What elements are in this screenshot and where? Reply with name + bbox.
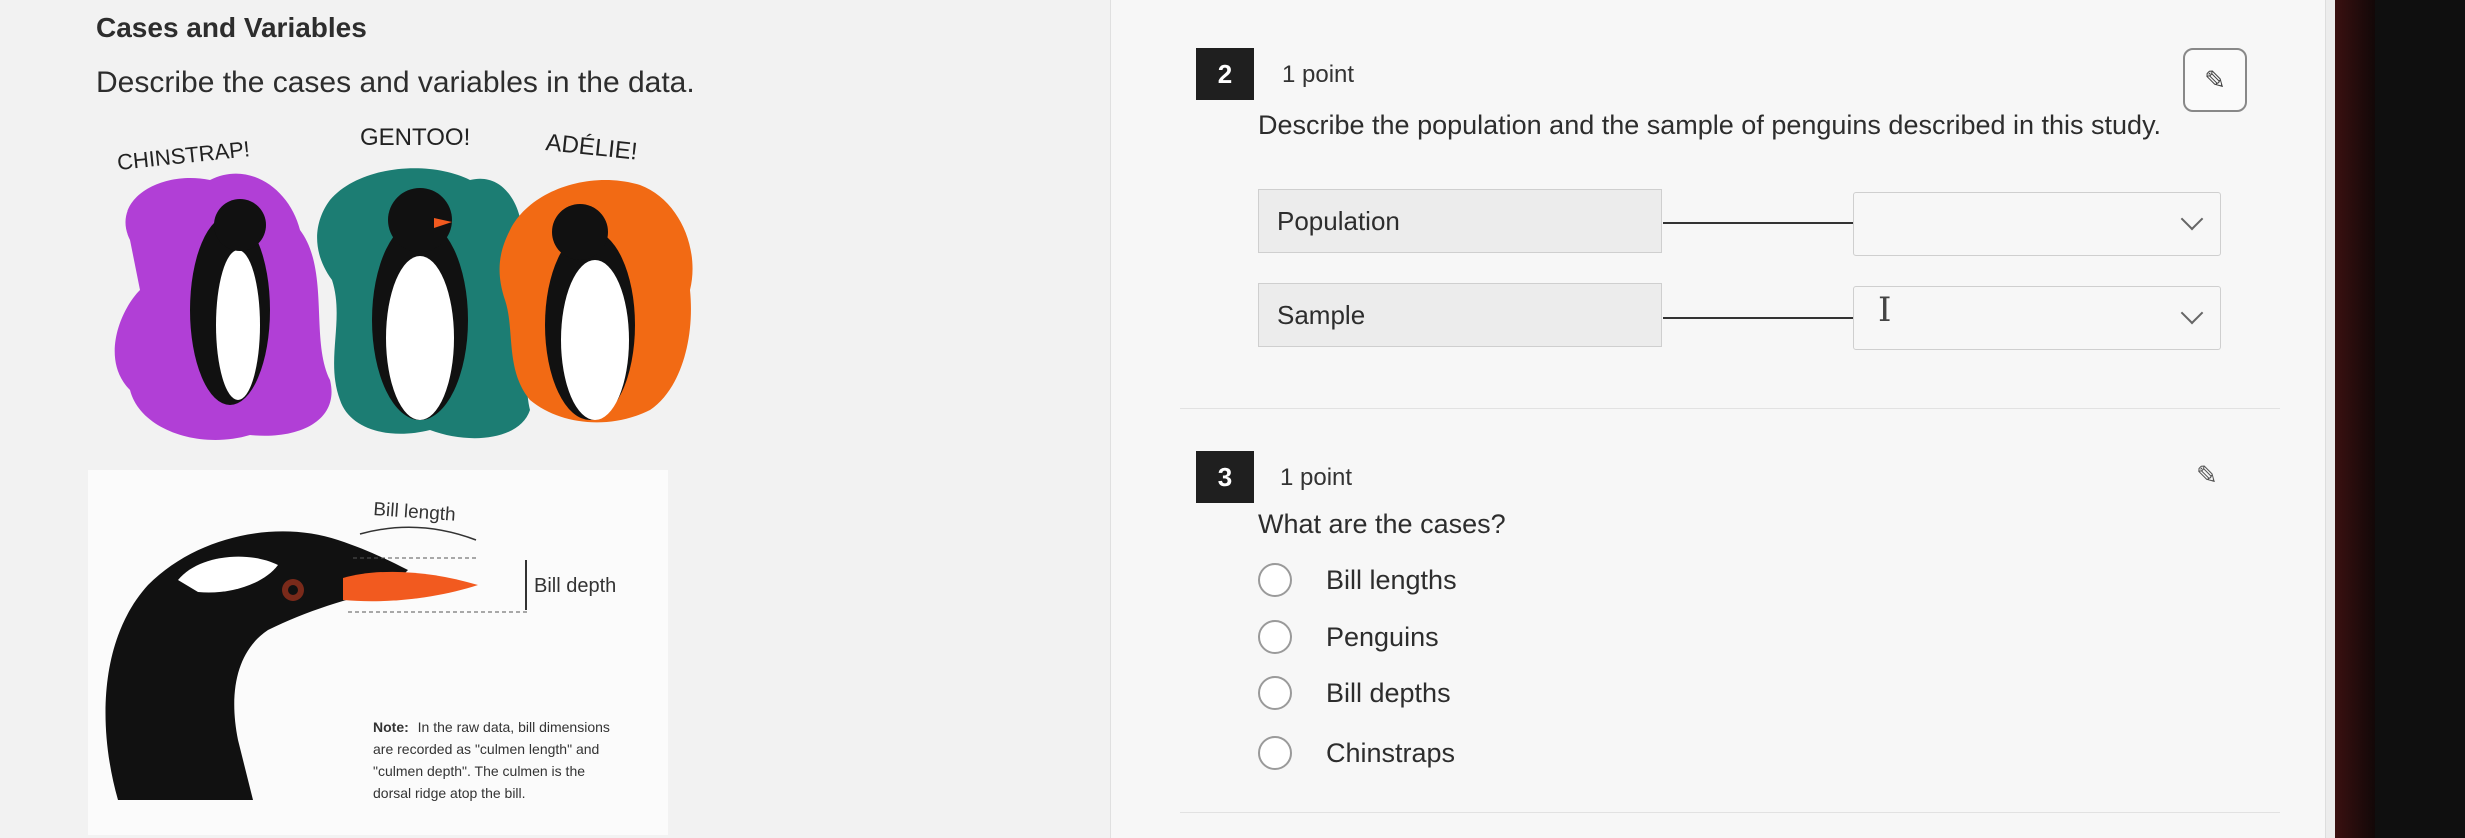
question-3-pin-button[interactable]: ✎ [2196,460,2218,491]
chinstrap-label: CHINSTRAP! [116,136,251,175]
question-divider [1180,408,2280,409]
penguin-species-illustration: CHINSTRAP! GENTOO! ADÉLIE! [114,124,693,440]
svg-text:Note: In the raw data, b: Note: In the raw data, bill dimensions [373,719,610,735]
sample-dropdown[interactable] [1853,286,2221,350]
question-3-points: 1 point [1280,464,1353,491]
radio-button[interactable] [1258,676,1292,710]
chevron-down-icon [2180,301,2204,325]
option-bill-lengths[interactable]: Bill lengths [1258,560,1457,600]
gentoo-label: GENTOO! [360,124,470,151]
bezel-edge [2335,0,2375,838]
option-label: Penguins [1326,621,1439,652]
text-cursor-icon: I [1878,290,1892,330]
section-title: Cases and Variables [96,12,367,43]
question-divider [1180,812,2280,813]
option-chinstraps[interactable]: Chinstraps [1258,733,1455,773]
pin-icon: ✎ [2204,64,2226,95]
population-dropdown[interactable] [1853,192,2221,256]
bill-depth-label: Bill depth [534,575,616,597]
chevron-down-icon [2180,207,2204,231]
left-content-pane: Cases and Variables Describe the cases a… [0,0,1110,838]
question-3-number: 3 [1196,451,1254,503]
match-label-sample: Sample [1258,283,1662,347]
question-2-points: 1 point [1282,61,1355,88]
bill-measurement-figure: Bill length Bill depth Note: In the raw … [88,470,668,835]
radio-button[interactable] [1258,736,1292,770]
beak [343,571,478,602]
question-2-prompt: Describe the population and the sample o… [1258,110,2162,140]
question-3-prompt: What are the cases? [1258,509,1506,539]
note-heading: Note: [373,719,409,735]
match-label-population: Population [1258,189,1662,253]
match-connector-line [1663,222,1853,224]
note-line-3: "culmen depth". The culmen is the [373,763,585,779]
pin-icon: ✎ [2196,460,2218,490]
match-connector-line [1663,317,1853,319]
adelie-label: ADÉLIE! [544,129,638,165]
question-2-pin-button[interactable]: ✎ [2183,48,2247,112]
section-description: Describe the cases and variables in the … [96,66,695,99]
option-penguins[interactable]: Penguins [1258,617,1439,657]
note-line-2: are recorded as "culmen length" and [373,741,599,757]
option-label: Bill depths [1326,677,1451,708]
radio-button[interactable] [1258,620,1292,654]
option-label: Chinstraps [1326,737,1456,768]
bill-length-label: Bill length [373,499,457,526]
question-2-number: 2 [1196,48,1254,100]
note-line-1: In the raw data, bill dimensions [418,719,610,735]
option-bill-depths[interactable]: Bill depths [1258,673,1451,713]
note-line-4: dorsal ridge atop the bill. [373,785,526,801]
radio-button[interactable] [1258,563,1292,597]
option-label: Bill lengths [1326,564,1457,595]
